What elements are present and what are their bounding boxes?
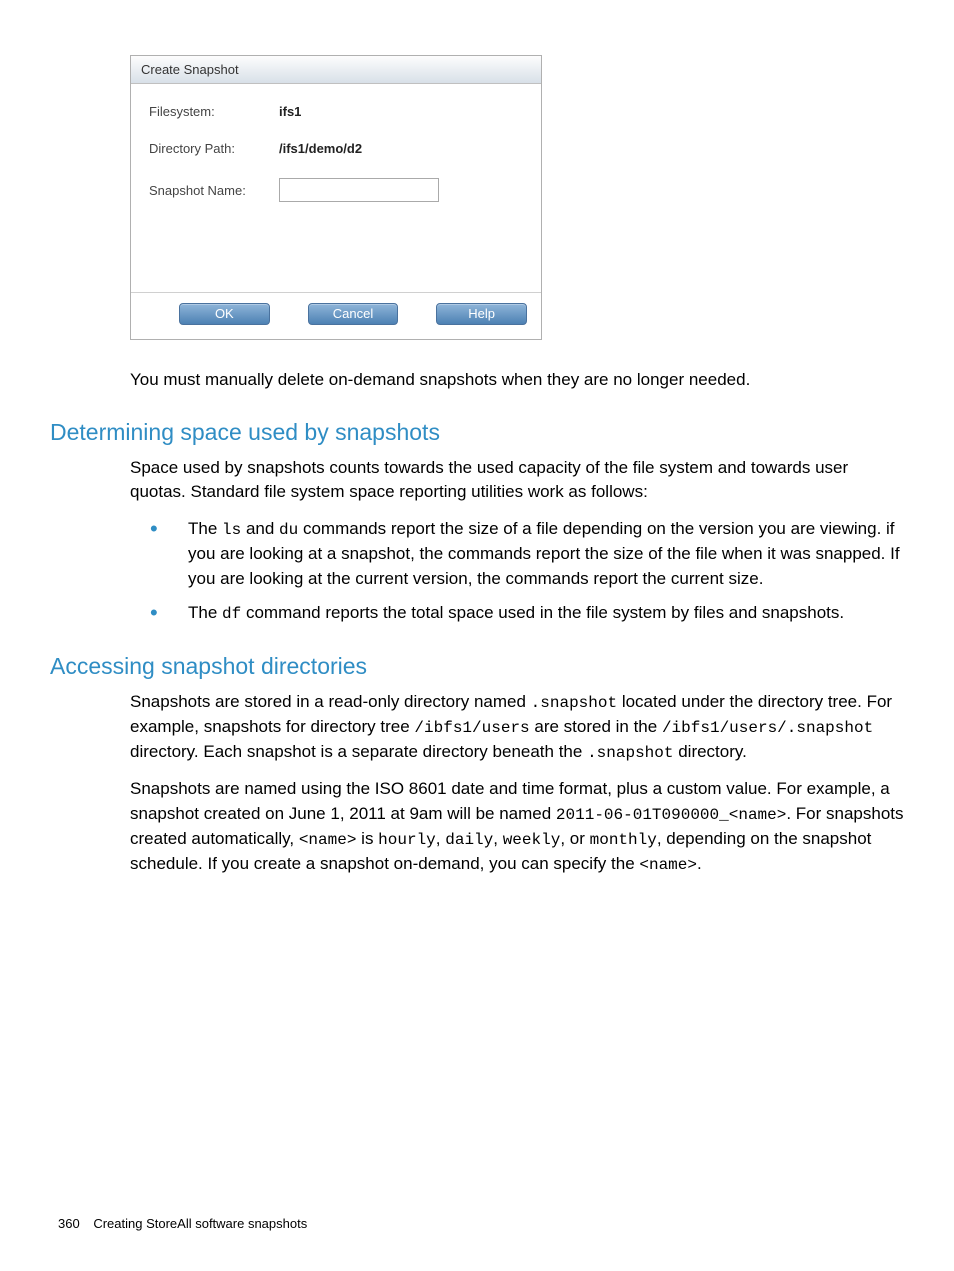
txt: The	[188, 603, 222, 622]
bullets-space: The ls and du commands report the size o…	[150, 517, 904, 627]
code-ls: ls	[222, 521, 241, 539]
dialog-title: Create Snapshot	[131, 56, 541, 84]
bullet-ls-du: The ls and du commands report the size o…	[150, 517, 904, 591]
txt: ,	[493, 829, 502, 848]
txt: are stored in the	[530, 717, 662, 736]
code-iso: 2011-06-01T090000_<name>	[556, 806, 786, 824]
txt: , or	[560, 829, 589, 848]
snapname-row: Snapshot Name:	[149, 178, 523, 202]
snapname-label: Snapshot Name:	[149, 183, 279, 198]
page-footer: 360 Creating StoreAll software snapshots	[58, 1216, 307, 1231]
code-name1: <name>	[299, 831, 357, 849]
code-weekly: weekly	[503, 831, 561, 849]
para-after-dialog: You must manually delete on-demand snaps…	[130, 368, 904, 393]
code-daily: daily	[445, 831, 493, 849]
para-space-intro: Space used by snapshots counts towards t…	[130, 456, 904, 505]
code-path1: /ibfs1/users	[414, 719, 529, 737]
heading-accessing: Accessing snapshot directories	[50, 653, 904, 680]
chapter-title: Creating StoreAll software snapshots	[93, 1216, 307, 1231]
filesystem-label: Filesystem:	[149, 104, 279, 119]
dirpath-value: /ifs1/demo/d2	[279, 141, 362, 156]
para-accessing-2: Snapshots are named using the ISO 8601 d…	[130, 777, 904, 877]
dialog-footer: OK Cancel Help	[131, 292, 541, 339]
code-snapshot: .snapshot	[531, 694, 617, 712]
txt: ,	[436, 829, 445, 848]
code-name2: <name>	[639, 856, 697, 874]
help-button[interactable]: Help	[436, 303, 527, 325]
txt: Snapshots are stored in a read-only dire…	[130, 692, 531, 711]
heading-determining-space: Determining space used by snapshots	[50, 419, 904, 446]
create-snapshot-dialog: Create Snapshot Filesystem: ifs1 Directo…	[130, 55, 542, 340]
code-monthly: monthly	[590, 831, 657, 849]
txt: directory. Each snapshot is a separate d…	[130, 742, 587, 761]
bullet-df: The df command reports the total space u…	[150, 601, 904, 626]
snapname-input[interactable]	[279, 178, 439, 202]
code-path2: /ibfs1/users/.snapshot	[662, 719, 873, 737]
dirpath-row: Directory Path: /ifs1/demo/d2	[149, 141, 523, 156]
dialog-body: Filesystem: ifs1 Directory Path: /ifs1/d…	[131, 84, 541, 292]
txt: is	[356, 829, 378, 848]
code-hourly: hourly	[378, 831, 436, 849]
cancel-button[interactable]: Cancel	[308, 303, 399, 325]
code-snapshot2: .snapshot	[587, 744, 673, 762]
txt: command reports the total space used in …	[241, 603, 844, 622]
dirpath-label: Directory Path:	[149, 141, 279, 156]
para-accessing-1: Snapshots are stored in a read-only dire…	[130, 690, 904, 766]
code-du: du	[279, 521, 298, 539]
code-df: df	[222, 605, 241, 623]
filesystem-row: Filesystem: ifs1	[149, 104, 523, 119]
txt: The	[188, 519, 222, 538]
ok-button[interactable]: OK	[179, 303, 270, 325]
txt: directory.	[673, 742, 746, 761]
filesystem-value: ifs1	[279, 104, 301, 119]
txt: and	[241, 519, 279, 538]
txt: .	[697, 854, 702, 873]
page-number: 360	[58, 1216, 80, 1231]
